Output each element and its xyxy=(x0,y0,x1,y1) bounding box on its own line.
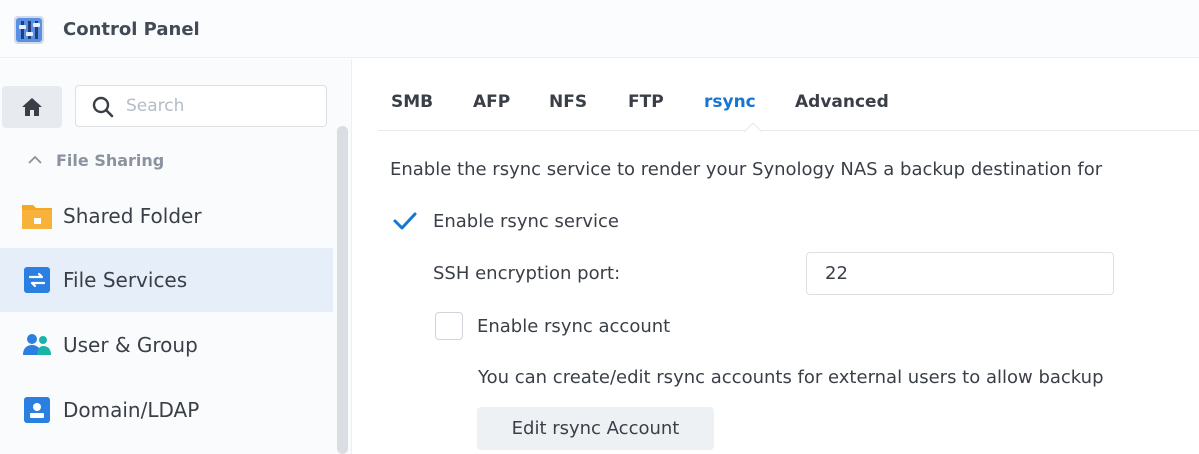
sidebar: File Sharing Shared Folder File Services… xyxy=(0,59,352,454)
sidebar-item-file-services[interactable]: File Services xyxy=(0,248,333,312)
sidebar-item-shared-folder[interactable]: Shared Folder xyxy=(0,184,333,248)
chevron-up-icon xyxy=(28,155,42,164)
sidebar-item-label: Shared Folder xyxy=(63,204,202,228)
ssh-port-label: SSH encryption port: xyxy=(433,263,621,284)
sidebar-item-domain-ldap[interactable]: Domain/LDAP xyxy=(0,378,333,442)
search-input[interactable] xyxy=(126,93,316,119)
title-bar: Control Panel xyxy=(0,0,1199,58)
sidebar-item-label: File Services xyxy=(63,268,188,292)
users-icon xyxy=(23,334,51,355)
app-title: Control Panel xyxy=(63,19,200,40)
enable-rsync-row[interactable]: Enable rsync service xyxy=(391,207,619,235)
control-panel-icon xyxy=(14,16,44,44)
tab-rsync[interactable]: rsync xyxy=(704,92,756,112)
home-icon xyxy=(22,98,42,116)
sidebar-item-label: User & Group xyxy=(63,333,198,357)
enable-account-checkbox[interactable] xyxy=(435,312,463,340)
enable-account-row[interactable]: Enable rsync account xyxy=(435,312,670,340)
ssh-port-input[interactable] xyxy=(806,252,1114,295)
section-label: File Sharing xyxy=(56,150,165,170)
tab-advanced[interactable]: Advanced xyxy=(795,92,889,112)
edit-rsync-account-button[interactable]: Edit rsync Account xyxy=(477,407,714,450)
tab-bar: SMB AFP NFS FTP rsync Advanced xyxy=(378,59,1199,132)
file-services-icon xyxy=(24,267,50,293)
sidebar-item-label: Domain/LDAP xyxy=(63,398,200,422)
active-tab-caret xyxy=(744,122,762,132)
checkmark-icon xyxy=(393,212,417,230)
section-file-sharing[interactable]: File Sharing xyxy=(28,147,164,173)
home-button[interactable] xyxy=(2,86,62,128)
enable-rsync-label: Enable rsync service xyxy=(433,210,619,232)
rsync-description: Enable the rsync service to render your … xyxy=(390,159,1103,180)
tab-smb[interactable]: SMB xyxy=(391,92,433,112)
search-icon xyxy=(92,96,114,118)
sidebar-item-user-group[interactable]: User & Group xyxy=(0,313,333,377)
enable-account-label: Enable rsync account xyxy=(477,315,671,337)
tab-ftp[interactable]: FTP xyxy=(628,92,664,112)
main-content: SMB AFP NFS FTP rsync Advanced Enable th… xyxy=(353,59,1199,454)
folder-icon xyxy=(22,205,52,229)
tab-nfs[interactable]: NFS xyxy=(549,92,587,112)
search-box[interactable] xyxy=(75,85,327,127)
sidebar-scrollbar[interactable] xyxy=(337,126,348,454)
tab-afp[interactable]: AFP xyxy=(473,92,510,112)
account-help-text: You can create/edit rsync accounts for e… xyxy=(478,367,1104,388)
domain-icon xyxy=(24,397,50,423)
enable-rsync-checkbox[interactable] xyxy=(391,207,419,235)
